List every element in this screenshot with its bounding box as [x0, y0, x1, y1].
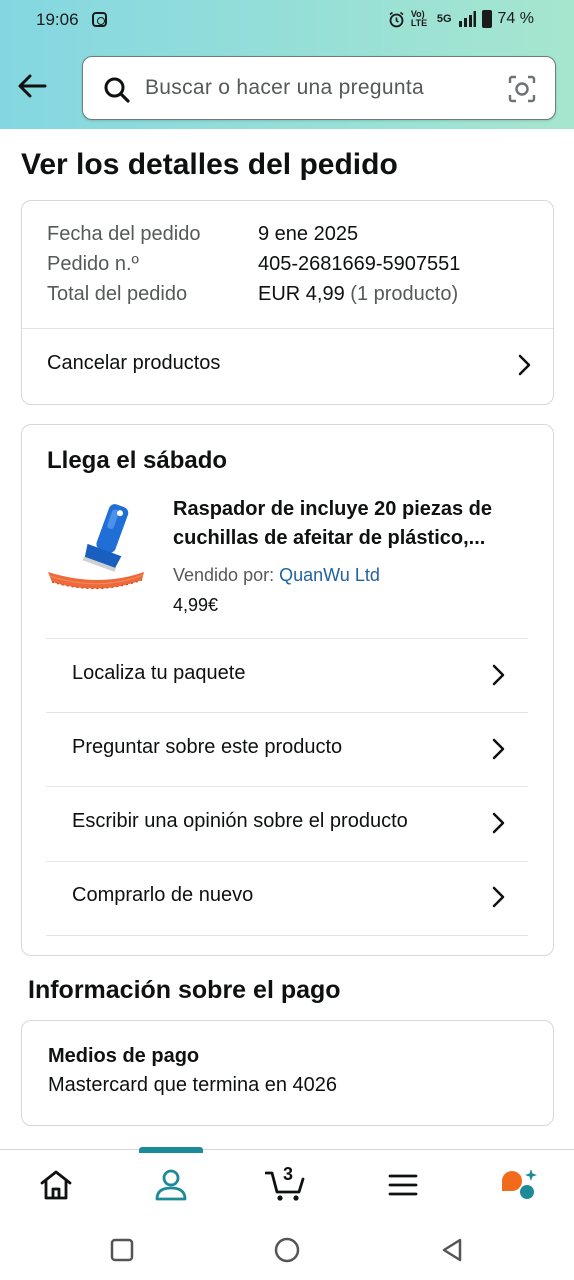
product-price: 4,99€ [173, 595, 219, 615]
status-time: 19:06 [36, 10, 79, 29]
battery-icon [481, 10, 492, 28]
app-header: 19:06 Vo) LTE 5G 74 % Buscar o hacer una… [0, 0, 574, 129]
instagram-notification-icon [92, 12, 107, 27]
arrival-heading: Llega el sábado [47, 447, 228, 474]
search-icon [104, 77, 130, 103]
sold-by: Vendido por: QuanWu Ltd [173, 565, 380, 586]
cart-count: 3 [283, 1164, 294, 1184]
ask-product-label: Preguntar sobre este producto [72, 736, 343, 758]
camera-search-icon[interactable] [507, 74, 537, 104]
recent-apps-icon[interactable] [110, 1238, 134, 1262]
seller-link[interactable]: QuanWu Ltd [279, 565, 380, 585]
order-total-amount: EUR 4,99 [258, 283, 345, 305]
cancel-products-label: Cancelar productos [47, 352, 221, 374]
chevron-right-icon [492, 738, 505, 760]
order-date-label: Fecha del pedido [47, 223, 201, 245]
home-circle-icon[interactable] [274, 1237, 300, 1263]
action-divider [46, 935, 528, 936]
alarm-icon [389, 11, 404, 27]
bottom-nav: 3 [0, 1147, 574, 1219]
order-number-value: 405-2681669-5907551 [258, 253, 461, 275]
account-icon[interactable] [151, 1167, 191, 1203]
volte-indicator: Vo) LTE [410, 9, 428, 28]
buy-again-label: Comprarlo de nuevo [72, 884, 254, 906]
track-package-row[interactable]: Localiza tu paquete [46, 639, 528, 712]
signal-icon [458, 11, 476, 27]
order-total-count: (1 producto) [350, 283, 459, 305]
home-icon[interactable] [36, 1167, 76, 1203]
sold-by-label: Vendido por: [173, 565, 275, 585]
system-nav-bar [0, 1219, 574, 1280]
search-placeholder: Buscar o hacer una pregunta [145, 76, 424, 99]
product-title[interactable]: Raspador de incluye 20 piezas de cuchill… [173, 495, 533, 553]
status-indicators: Vo) LTE 5G 74 % [388, 10, 534, 28]
write-review-row[interactable]: Escribir una opinión sobre el producto [46, 787, 528, 860]
ask-product-row[interactable]: Preguntar sobre este producto [46, 713, 528, 786]
system-back-icon[interactable] [440, 1238, 464, 1262]
rufus-icon[interactable] [498, 1167, 538, 1203]
shipment-card: Llega el sábado Raspador de incluye 20 p… [21, 424, 554, 956]
cart-button[interactable]: 3 [264, 1164, 305, 1203]
order-number-label: Pedido n.º [47, 253, 139, 275]
menu-icon[interactable] [383, 1167, 423, 1203]
chevron-right-icon [492, 664, 505, 686]
payment-methods-card: Medios de pago Mastercard que termina en… [21, 1020, 554, 1126]
chevron-right-icon [492, 886, 505, 908]
order-total-label: Total del pedido [47, 283, 188, 305]
battery-level: 74 % [497, 10, 534, 27]
order-total-value: EUR 4,99 (1 producto) [258, 283, 458, 306]
chevron-right-icon [492, 812, 505, 834]
search-bar[interactable]: Buscar o hacer una pregunta [82, 56, 556, 120]
product-image[interactable] [44, 500, 154, 600]
buy-again-row[interactable]: Comprarlo de nuevo [46, 862, 528, 935]
active-tab-indicator [139, 1147, 203, 1153]
payment-section-title: Información sobre el pago [28, 976, 341, 1004]
page-title: Ver los detalles del pedido [21, 148, 398, 181]
payment-methods-value: Mastercard que termina en 4026 [48, 1074, 338, 1096]
track-package-label: Localiza tu paquete [72, 662, 246, 684]
back-arrow-icon[interactable] [14, 68, 50, 104]
chevron-right-icon [518, 354, 531, 376]
order-summary-card: Fecha del pedido 9 ene 2025 Pedido n.º 4… [21, 200, 554, 405]
cancel-products-row[interactable]: Cancelar productos [22, 329, 553, 404]
write-review-label: Escribir una opinión sobre el producto [72, 810, 408, 832]
network-type: 5G [436, 12, 452, 25]
status-bar: 19:06 Vo) LTE 5G 74 % [0, 0, 574, 40]
order-date-value: 9 ene 2025 [258, 223, 359, 245]
payment-methods-label: Medios de pago [48, 1045, 200, 1067]
